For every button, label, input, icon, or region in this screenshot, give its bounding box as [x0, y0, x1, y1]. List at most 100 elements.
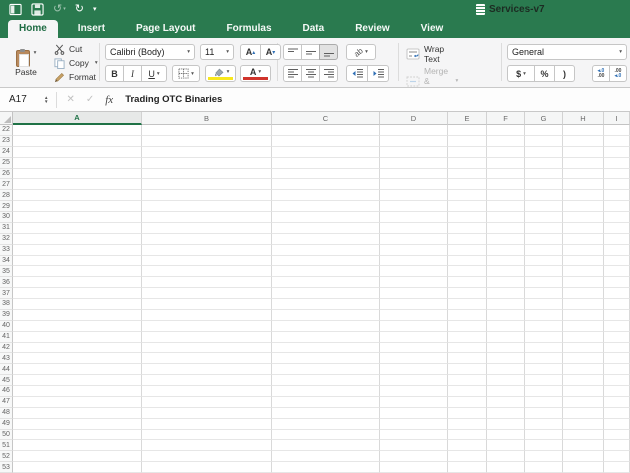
cell-f42[interactable] — [487, 343, 525, 354]
cell-b48[interactable] — [142, 408, 272, 419]
comma-format-button[interactable]: ) — [554, 65, 575, 82]
cell-b38[interactable] — [142, 299, 272, 310]
cell-g31[interactable] — [525, 223, 563, 234]
cell-h48[interactable] — [563, 408, 604, 419]
tab-data[interactable]: Data — [292, 20, 336, 38]
cell-e32[interactable] — [448, 234, 487, 245]
column-header-i[interactable]: I — [604, 112, 630, 125]
fill-color-button[interactable]: ▾ — [205, 65, 236, 82]
column-header-a[interactable]: A — [13, 112, 142, 125]
font-family-select[interactable]: Calibri (Body) ▾ — [105, 44, 195, 60]
cell-d44[interactable] — [380, 364, 448, 375]
cell-e25[interactable] — [448, 158, 487, 169]
cell-g47[interactable] — [525, 397, 563, 408]
cell-g23[interactable] — [525, 136, 563, 147]
row-header-44[interactable]: 44 — [0, 364, 13, 375]
cell-g22[interactable] — [525, 125, 563, 136]
cell-c52[interactable] — [272, 451, 380, 462]
cell-f45[interactable] — [487, 375, 525, 386]
cell-i32[interactable] — [604, 234, 630, 245]
tab-view[interactable]: View — [410, 20, 455, 38]
cell-c35[interactable] — [272, 266, 380, 277]
row-header-38[interactable]: 38 — [0, 299, 13, 310]
row-header-39[interactable]: 39 — [0, 310, 13, 321]
cell-g27[interactable] — [525, 179, 563, 190]
cell-h34[interactable] — [563, 256, 604, 267]
cell-h38[interactable] — [563, 299, 604, 310]
cell-h42[interactable] — [563, 343, 604, 354]
cell-c42[interactable] — [272, 343, 380, 354]
column-header-g[interactable]: G — [525, 112, 563, 125]
cell-d27[interactable] — [380, 179, 448, 190]
cell-h39[interactable] — [563, 310, 604, 321]
cell-b40[interactable] — [142, 321, 272, 332]
cell-d25[interactable] — [380, 158, 448, 169]
cell-i22[interactable] — [604, 125, 630, 136]
cell-f53[interactable] — [487, 462, 525, 473]
cell-f51[interactable] — [487, 440, 525, 451]
row-header-43[interactable]: 43 — [0, 353, 13, 364]
cell-f32[interactable] — [487, 234, 525, 245]
cell-d41[interactable] — [380, 332, 448, 343]
row-header-48[interactable]: 48 — [0, 408, 13, 419]
cell-c36[interactable] — [272, 277, 380, 288]
align-middle-button[interactable] — [301, 44, 320, 60]
column-header-c[interactable]: C — [272, 112, 380, 125]
underline-button[interactable]: U ▾ — [141, 65, 167, 82]
bold-button[interactable]: B — [105, 65, 124, 82]
cell-e45[interactable] — [448, 375, 487, 386]
cell-f35[interactable] — [487, 266, 525, 277]
borders-button[interactable]: ▾ — [172, 65, 200, 82]
cell-c34[interactable] — [272, 256, 380, 267]
row-header-32[interactable]: 32 — [0, 234, 13, 245]
font-size-select[interactable]: 11 ▾ — [200, 44, 234, 60]
cell-i35[interactable] — [604, 266, 630, 277]
cell-c41[interactable] — [272, 332, 380, 343]
cell-a34[interactable] — [13, 256, 142, 267]
cell-g50[interactable] — [525, 430, 563, 441]
cell-d43[interactable] — [380, 353, 448, 364]
row-header-37[interactable]: 37 — [0, 288, 13, 299]
cell-d50[interactable] — [380, 430, 448, 441]
cell-i48[interactable] — [604, 408, 630, 419]
cell-b34[interactable] — [142, 256, 272, 267]
cell-h29[interactable] — [563, 201, 604, 212]
cell-h53[interactable] — [563, 462, 604, 473]
cell-c47[interactable] — [272, 397, 380, 408]
cell-b37[interactable] — [142, 288, 272, 299]
cell-g42[interactable] — [525, 343, 563, 354]
wrap-text-button[interactable]: Wrap Text — [406, 44, 444, 64]
cell-e33[interactable] — [448, 245, 487, 256]
cell-e22[interactable] — [448, 125, 487, 136]
cell-h47[interactable] — [563, 397, 604, 408]
cell-a49[interactable] — [13, 419, 142, 430]
cell-d26[interactable] — [380, 169, 448, 180]
cell-f52[interactable] — [487, 451, 525, 462]
align-bottom-button[interactable] — [319, 44, 338, 60]
cell-c25[interactable] — [272, 158, 380, 169]
cell-d35[interactable] — [380, 266, 448, 277]
cell-e44[interactable] — [448, 364, 487, 375]
select-all-corner[interactable] — [0, 112, 13, 125]
cell-i45[interactable] — [604, 375, 630, 386]
column-header-e[interactable]: E — [448, 112, 487, 125]
currency-format-button[interactable]: $ ▾ — [507, 65, 535, 82]
cell-i23[interactable] — [604, 136, 630, 147]
cell-e41[interactable] — [448, 332, 487, 343]
row-header-29[interactable]: 29 — [0, 201, 13, 212]
cell-f36[interactable] — [487, 277, 525, 288]
row-header-28[interactable]: 28 — [0, 190, 13, 201]
cell-i47[interactable] — [604, 397, 630, 408]
cell-b28[interactable] — [142, 190, 272, 201]
cell-b49[interactable] — [142, 419, 272, 430]
cell-b36[interactable] — [142, 277, 272, 288]
cell-e24[interactable] — [448, 147, 487, 158]
cell-e37[interactable] — [448, 288, 487, 299]
enter-button[interactable]: ✓ — [86, 94, 94, 105]
cell-h24[interactable] — [563, 147, 604, 158]
cell-b30[interactable] — [142, 212, 272, 223]
cell-c33[interactable] — [272, 245, 380, 256]
cell-g41[interactable] — [525, 332, 563, 343]
align-center-button[interactable] — [301, 65, 320, 82]
cell-e52[interactable] — [448, 451, 487, 462]
